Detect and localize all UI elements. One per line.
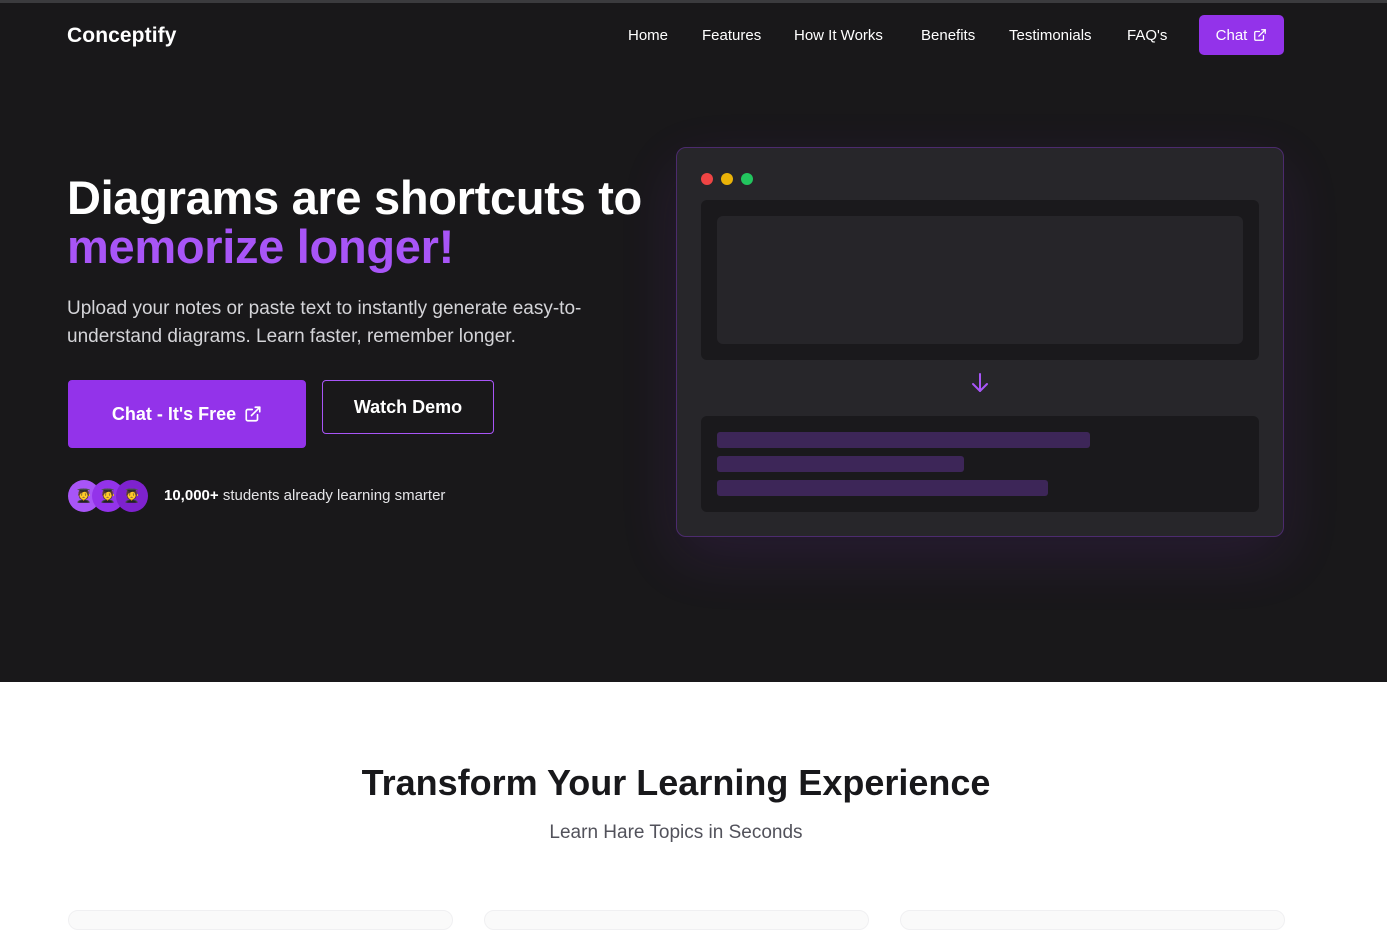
- hero-headline: Diagrams are shortcuts to memorize longe…: [67, 173, 677, 271]
- watch-demo-button[interactable]: Watch Demo: [322, 380, 494, 434]
- social-label: students already learning smarter: [222, 487, 446, 504]
- output-bar: [717, 456, 964, 472]
- social-proof-text: 10,000+ students already learning smarte…: [164, 487, 445, 504]
- feature-card: [900, 910, 1285, 930]
- avatar: 🧑‍🎓: [116, 480, 148, 512]
- arrow-down-icon: [972, 373, 988, 392]
- app-preview-window: [676, 147, 1284, 537]
- output-bar: [717, 432, 1090, 448]
- section-title: Transform Your Learning Experience: [361, 762, 991, 803]
- nav-links: Home Features How It Works Benefits Test…: [0, 27, 1387, 47]
- nav-chat-button[interactable]: Chat: [1199, 15, 1284, 55]
- window-dot-red: [701, 173, 713, 185]
- chat-free-label: Chat - It's Free: [111, 403, 237, 424]
- external-link-icon: [1254, 29, 1267, 41]
- preview-output-panel: [701, 416, 1259, 512]
- chat-free-button[interactable]: Chat - It's Free: [68, 380, 306, 448]
- feature-card: [484, 910, 869, 930]
- nav-link-features[interactable]: Features: [702, 27, 761, 44]
- hero-section: Conceptify Home Features How It Works Be…: [0, 3, 1387, 682]
- social-count: 10,000+: [164, 487, 219, 504]
- preview-input-panel: [701, 200, 1259, 360]
- hero-headline-accent: memorize longer!: [67, 220, 454, 273]
- window-dot-green: [741, 173, 753, 185]
- nav-link-testimonials[interactable]: Testimonials: [1009, 27, 1092, 44]
- nav-link-benefits[interactable]: Benefits: [921, 27, 975, 44]
- feature-card: [68, 910, 453, 930]
- preview-input-area: [717, 216, 1243, 344]
- section-subtitle: Learn Hare Topics in Seconds: [549, 822, 803, 843]
- nav-link-how-it-works[interactable]: How It Works: [794, 27, 883, 44]
- hero-subtitle: Upload your notes or paste text to insta…: [67, 298, 582, 347]
- output-bar: [717, 480, 1048, 496]
- window-dot-yellow: [721, 173, 733, 185]
- navbar: Conceptify Home Features How It Works Be…: [0, 3, 1387, 69]
- nav-chat-label: Chat: [1215, 26, 1248, 44]
- nav-link-faqs[interactable]: FAQ's: [1127, 27, 1167, 44]
- hero-headline-line1: Diagrams are shortcuts to: [67, 171, 642, 224]
- external-link-icon: [245, 406, 261, 422]
- nav-link-home[interactable]: Home: [628, 27, 668, 44]
